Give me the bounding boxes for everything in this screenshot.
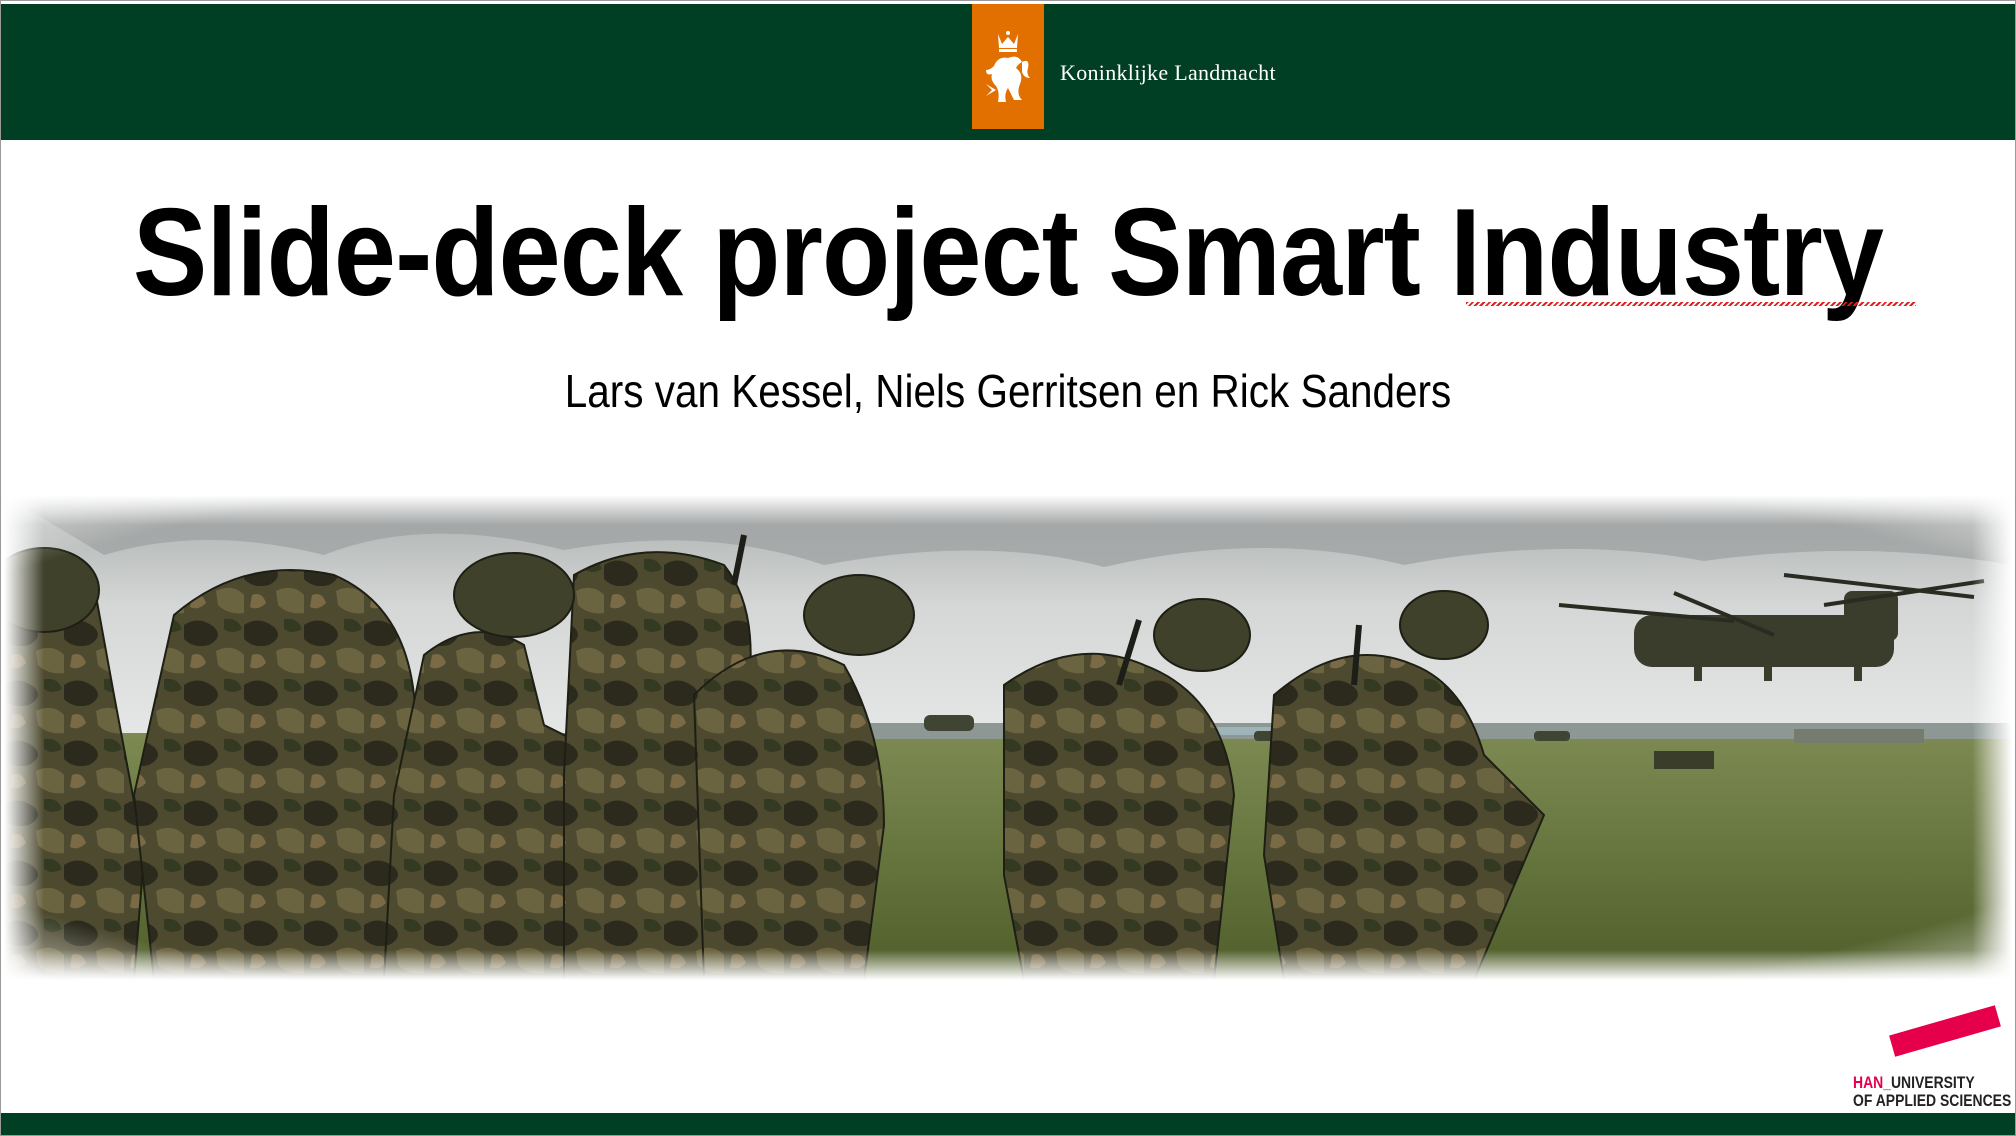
slide-subtitle: Lars van Kessel, Niels Gerritsen en Rick… xyxy=(564,365,1452,417)
han-logo-university: UNIVERSITY xyxy=(1890,1073,1975,1092)
brand-name: Koninklijke Landmacht xyxy=(1060,60,1276,85)
han-logo-line2: OF APPLIED SCIENCES xyxy=(1853,1091,2012,1110)
slide: Koninklijke Landmacht Slide-deck project… xyxy=(0,0,2016,1136)
footer-bar xyxy=(1,1113,2015,1135)
crowned-lion-icon xyxy=(986,31,1030,102)
soldiers-helicopter-photo xyxy=(4,495,2012,980)
spellcheck-underline xyxy=(1466,302,1916,306)
han-logo: HAN_UNIVERSITY OF APPLIED SCIENCES xyxy=(1853,1074,2011,1110)
han-logo-stripe xyxy=(1889,1005,2001,1057)
emblem-box xyxy=(972,4,1044,129)
han-logo-prefix: HAN_ xyxy=(1853,1073,1891,1092)
